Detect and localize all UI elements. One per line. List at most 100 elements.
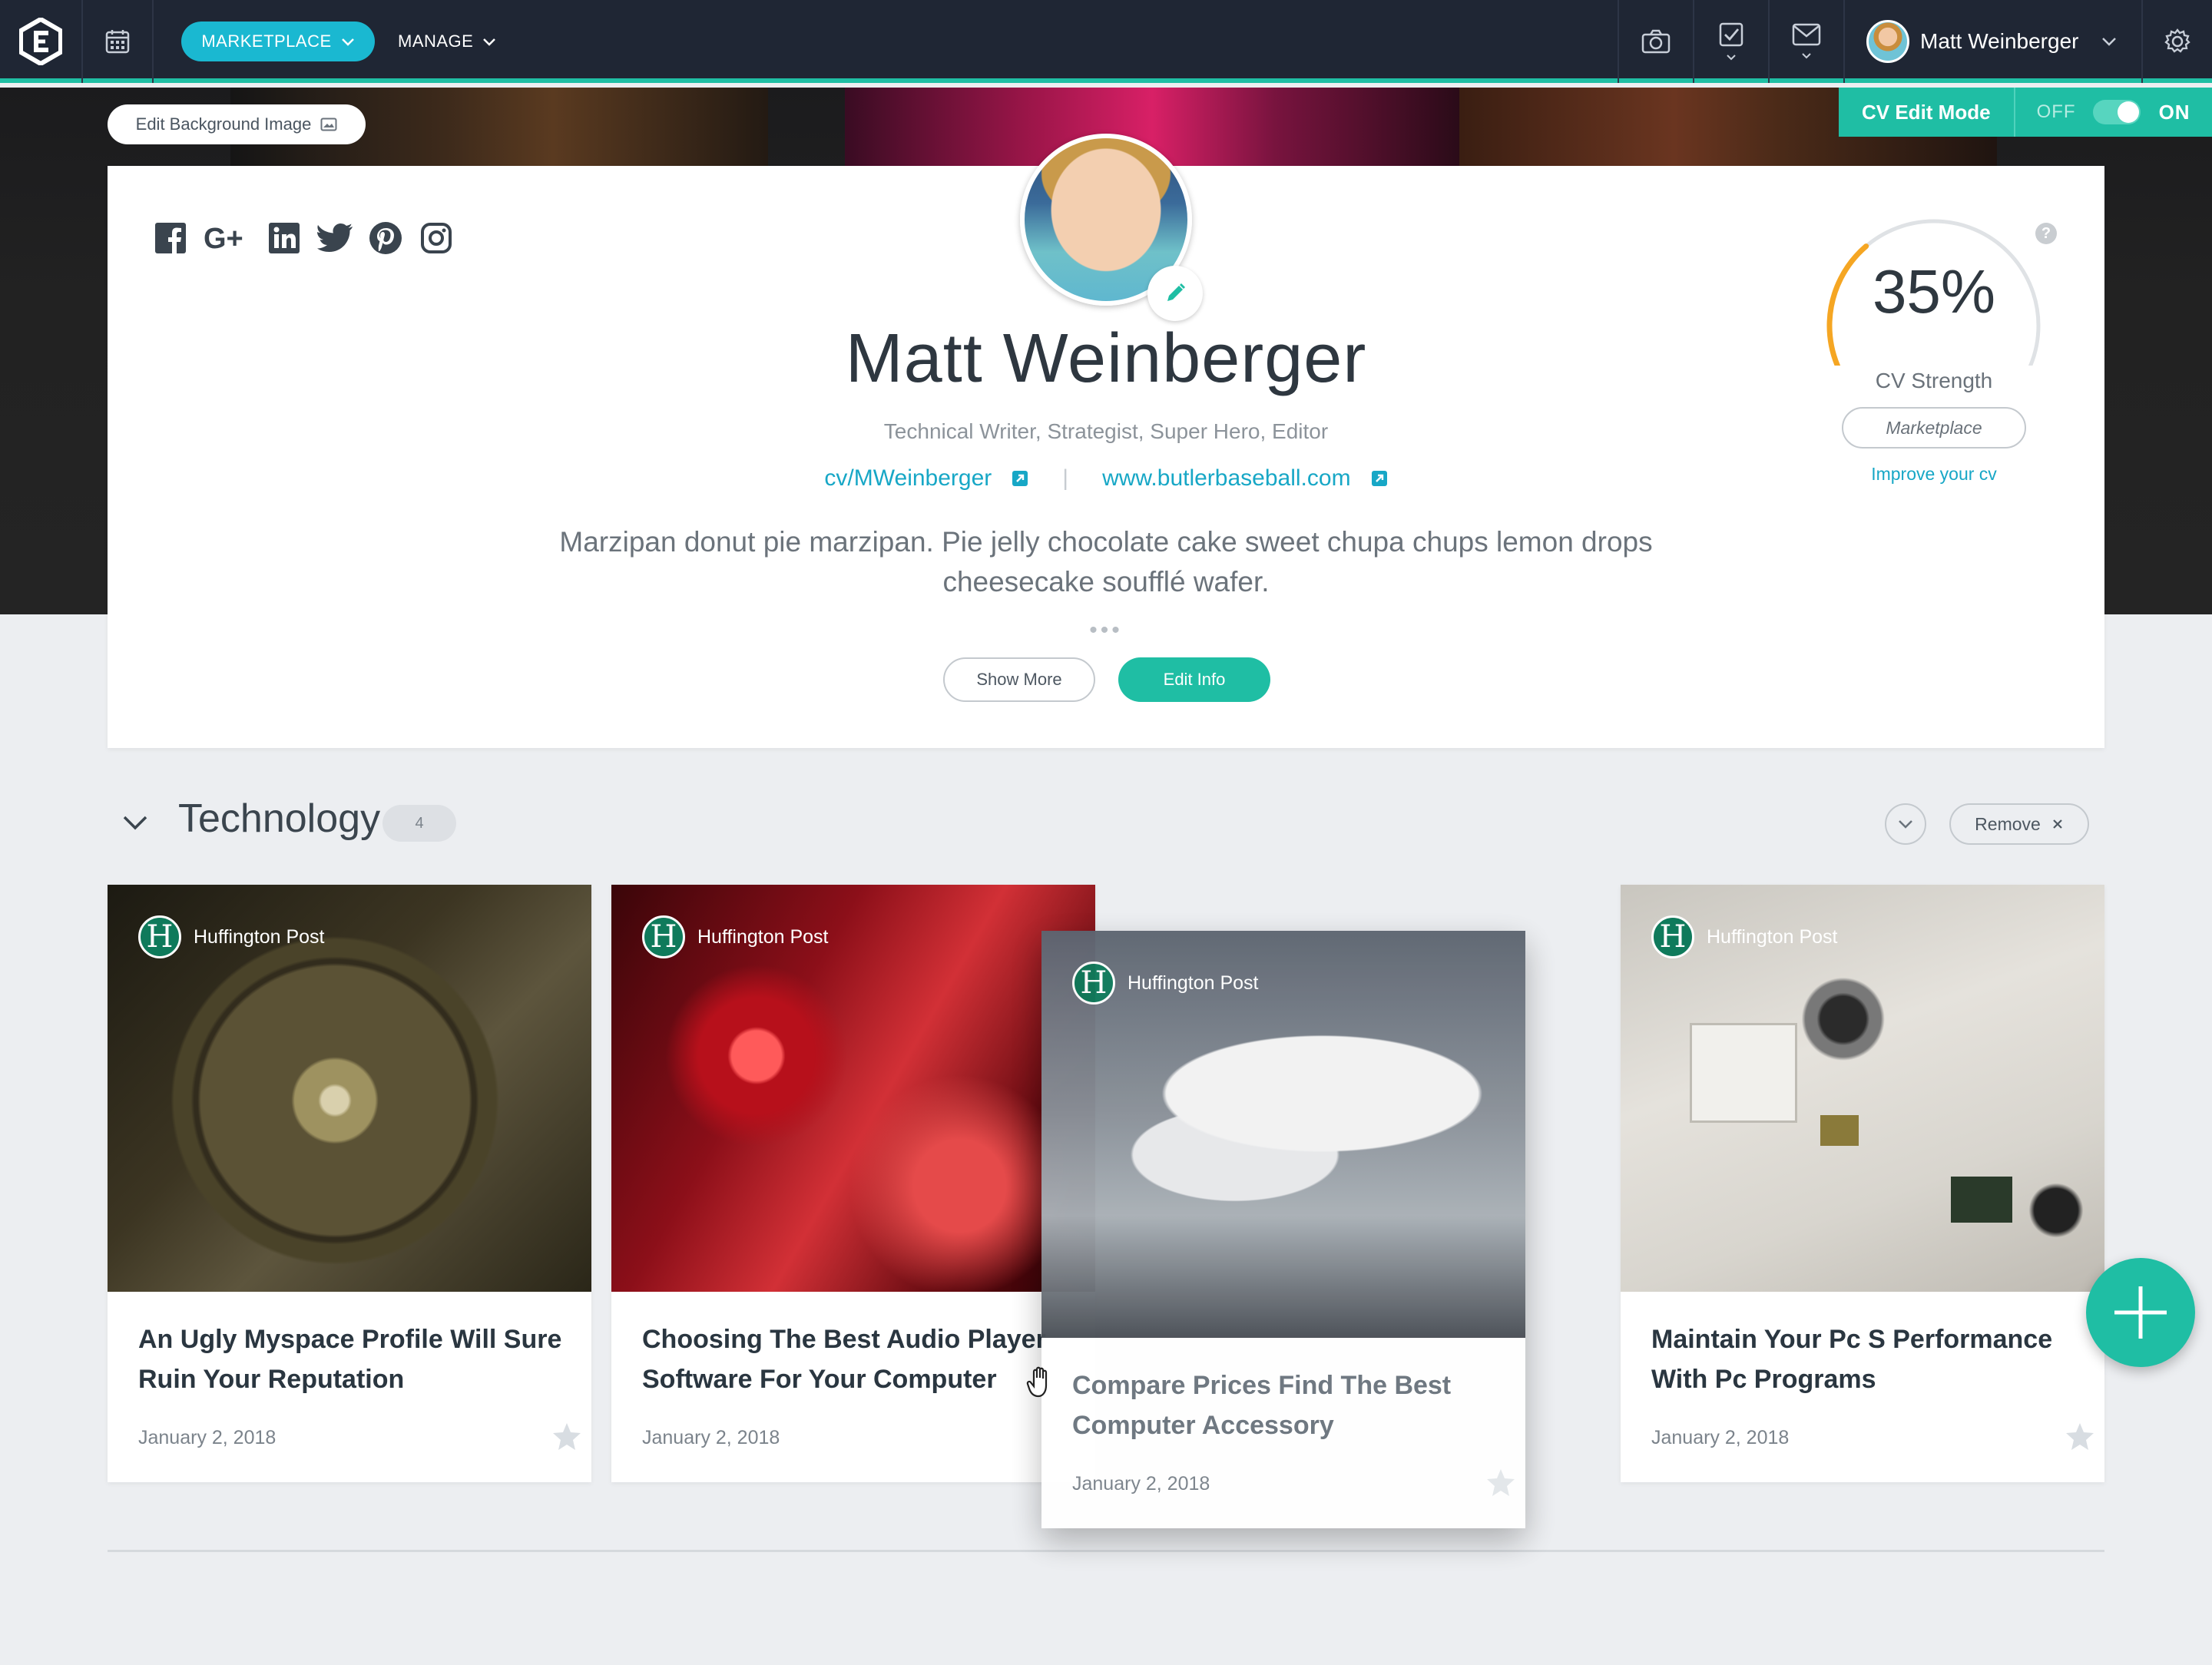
- app-logo[interactable]: [0, 0, 83, 83]
- chevron-down-icon: [483, 38, 496, 46]
- chevron-down-icon: [2102, 38, 2117, 46]
- section-title: Technology: [178, 796, 381, 841]
- source-name: Huffington Post: [1707, 925, 1838, 948]
- manage-dropdown[interactable]: MANAGE: [398, 22, 496, 61]
- source-name: Huffington Post: [194, 925, 325, 948]
- article-source: H Huffington Post: [1651, 915, 1837, 958]
- tasks-button[interactable]: [1693, 0, 1768, 83]
- article-source: H Huffington Post: [642, 915, 828, 958]
- huffington-post-logo-icon: H: [1072, 962, 1115, 1005]
- chevron-down-icon: [1802, 53, 1811, 59]
- facebook-icon[interactable]: [152, 220, 189, 257]
- camera-button[interactable]: [1618, 0, 1693, 83]
- article-source: H Huffington Post: [1072, 962, 1258, 1005]
- star-icon[interactable]: [1485, 1467, 1516, 1498]
- remove-label: Remove: [1975, 813, 2041, 834]
- external-link-icon[interactable]: [1012, 470, 1028, 487]
- huffington-post-logo-icon: H: [642, 915, 685, 958]
- article-card[interactable]: H Huffington Post An Ugly Myspace Profil…: [108, 885, 591, 1482]
- instagram-icon[interactable]: [418, 220, 455, 257]
- star-icon[interactable]: [551, 1421, 582, 1451]
- linkedin-icon[interactable]: [266, 220, 303, 257]
- chevron-down-icon: [123, 816, 147, 830]
- svg-text:G+: G+: [204, 223, 243, 253]
- plus-icon: [2114, 1286, 2167, 1339]
- improve-cv-link[interactable]: Improve your cv: [1820, 464, 2048, 485]
- grab-cursor-icon: [1026, 1366, 1048, 1398]
- huffington-post-logo-icon: H: [1651, 915, 1694, 958]
- edit-background-button[interactable]: Edit Background Image: [108, 104, 366, 144]
- marketplace-label: MARKETPLACE: [201, 31, 332, 51]
- source-name: Huffington Post: [697, 925, 829, 948]
- section-options-button[interactable]: [1885, 803, 1926, 845]
- cv-strength-gauge: 35%: [1820, 212, 2048, 402]
- website-link[interactable]: www.butlerbaseball.com: [1102, 465, 1350, 492]
- article-title[interactable]: Maintain Your Pc S Performance With Pc P…: [1651, 1319, 2081, 1399]
- user-name: Matt Weinberger: [1920, 29, 2079, 53]
- toggle-switch[interactable]: [2092, 100, 2141, 124]
- help-icon[interactable]: ?: [2035, 223, 2057, 244]
- chevron-down-icon: [1727, 55, 1736, 61]
- link-separator: |: [1062, 465, 1069, 491]
- edit-background-label: Edit Background Image: [135, 114, 312, 134]
- toggle-off-label: OFF: [2036, 101, 2076, 122]
- profile-bio: Marzipan donut pie marzipan. Pie jelly c…: [559, 526, 1653, 597]
- article-title[interactable]: Choosing The Best Audio Player Software …: [642, 1319, 1072, 1399]
- edit-photo-button[interactable]: [1147, 266, 1203, 321]
- marketplace-button[interactable]: Marketplace: [1842, 407, 2026, 449]
- section-count-badge: 4: [382, 805, 456, 842]
- manage-label: MANAGE: [398, 31, 474, 51]
- settings-button[interactable]: [2141, 0, 2212, 83]
- calendar-icon: [105, 30, 130, 54]
- profile-name: Matt Weinberger: [845, 320, 1367, 397]
- cv-strength-label: CV Strength: [1875, 369, 1993, 392]
- add-button[interactable]: [2086, 1258, 2195, 1367]
- marketplace-dropdown[interactable]: MARKETPLACE: [181, 22, 375, 61]
- cv-strength-percent: 35%: [1872, 257, 1996, 326]
- toggle-on-label: ON: [2158, 100, 2190, 124]
- article-date: January 2, 2018: [642, 1427, 780, 1448]
- profile-title: Technical Writer, Strategist, Super Hero…: [883, 419, 1329, 443]
- profile-card: G+ Matt Weinberger Technical Writer, Str…: [108, 134, 2104, 748]
- section-divider: [108, 1550, 2104, 1552]
- top-navbar: MARKETPLACE MANAGE Matt Weinberger: [0, 0, 2212, 83]
- collapse-section-button[interactable]: [120, 808, 151, 839]
- twitter-icon[interactable]: [316, 220, 353, 257]
- article-card-dragging[interactable]: H Huffington Post Compare Prices Find Th…: [1041, 931, 1525, 1528]
- avatar: [1866, 20, 1909, 63]
- article-card[interactable]: H Huffington Post Choosing The Best Audi…: [611, 885, 1095, 1482]
- more-dots: •••: [1089, 617, 1123, 643]
- google-plus-icon[interactable]: G+: [203, 220, 252, 257]
- gear-icon: [2164, 28, 2190, 53]
- profile-links: cv/MWeinberger | www.butlerbaseball.com: [108, 465, 2104, 492]
- pinterest-icon[interactable]: [367, 220, 404, 257]
- article-card[interactable]: H Huffington Post Maintain Your Pc S Per…: [1621, 885, 2104, 1482]
- image-icon: [320, 118, 337, 131]
- user-menu[interactable]: Matt Weinberger: [1843, 0, 2141, 83]
- pencil-icon: [1167, 283, 1185, 301]
- calendar-button[interactable]: [83, 0, 154, 83]
- checkbox-icon: [1719, 22, 1743, 47]
- camera-icon: [1641, 29, 1671, 54]
- remove-section-button[interactable]: Remove: [1949, 803, 2089, 845]
- edit-info-button[interactable]: Edit Info: [1118, 657, 1270, 702]
- article-title[interactable]: Compare Prices Find The Best Computer Ac…: [1072, 1365, 1502, 1445]
- article-date: January 2, 2018: [1651, 1427, 1790, 1448]
- show-more-button[interactable]: Show More: [943, 657, 1095, 702]
- cv-edit-mode-toggle[interactable]: CV Edit Mode OFF ON: [1839, 88, 2212, 137]
- star-icon[interactable]: [2065, 1421, 2095, 1451]
- chevron-down-icon: [341, 38, 354, 46]
- messages-button[interactable]: [1768, 0, 1843, 83]
- social-links: G+: [152, 220, 455, 257]
- source-name: Huffington Post: [1128, 972, 1259, 994]
- article-date: January 2, 2018: [138, 1427, 276, 1448]
- chevron-down-icon: [1899, 820, 1912, 829]
- article-title[interactable]: An Ugly Myspace Profile Will Sure Ruin Y…: [138, 1319, 568, 1399]
- cv-edit-mode-label: CV Edit Mode: [1839, 88, 2015, 137]
- external-link-icon[interactable]: [1371, 470, 1388, 487]
- close-icon: [2053, 819, 2062, 829]
- huffington-post-logo-icon: H: [138, 915, 181, 958]
- cv-link[interactable]: cv/MWeinberger: [824, 465, 992, 492]
- article-date: January 2, 2018: [1072, 1473, 1210, 1495]
- envelope-icon: [1792, 23, 1821, 46]
